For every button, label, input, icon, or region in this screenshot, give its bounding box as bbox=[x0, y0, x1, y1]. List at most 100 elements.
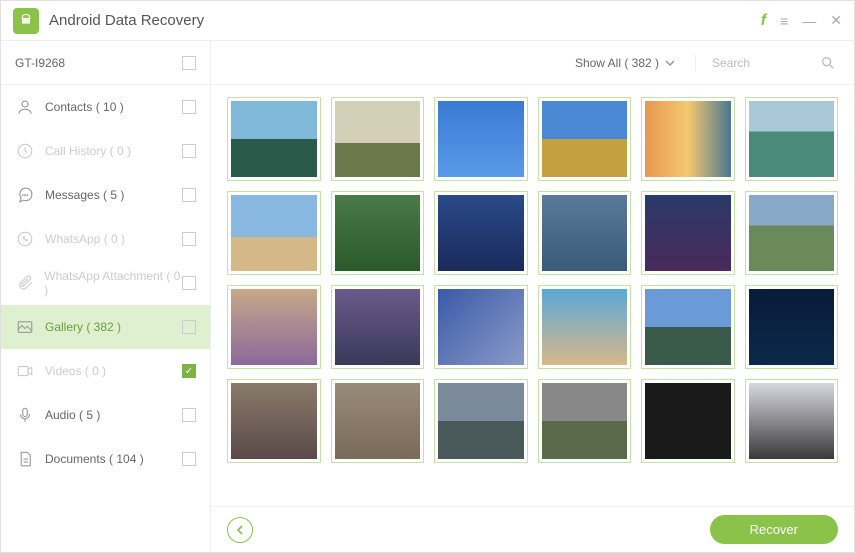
thumbnail[interactable] bbox=[745, 97, 839, 181]
category-checkbox[interactable] bbox=[182, 100, 196, 114]
attach-icon bbox=[15, 274, 34, 292]
toolbar: Show All ( 382 ) bbox=[211, 41, 854, 85]
thumbnail[interactable] bbox=[745, 379, 839, 463]
sidebar-item-label: WhatsApp ( 0 ) bbox=[45, 232, 125, 246]
category-checkbox[interactable] bbox=[182, 408, 196, 422]
thumbnail[interactable] bbox=[538, 97, 632, 181]
category-checkbox[interactable] bbox=[182, 276, 196, 290]
thumbnail-image bbox=[438, 101, 524, 177]
sidebar-item-label: Gallery ( 382 ) bbox=[45, 320, 121, 334]
thumbnail-image bbox=[645, 383, 731, 459]
user-icon bbox=[15, 98, 35, 116]
app-title: Android Data Recovery bbox=[49, 12, 204, 29]
thumbnail[interactable] bbox=[745, 285, 839, 369]
thumbnail-image bbox=[645, 289, 731, 365]
thumbnail[interactable] bbox=[331, 285, 425, 369]
thumbnail[interactable] bbox=[745, 191, 839, 275]
sidebar-item-label: Audio ( 5 ) bbox=[45, 408, 100, 422]
thumbnail[interactable] bbox=[227, 191, 321, 275]
thumbnail[interactable] bbox=[434, 379, 528, 463]
category-checkbox[interactable] bbox=[182, 188, 196, 202]
thumbnail[interactable] bbox=[331, 191, 425, 275]
footer: Recover bbox=[211, 506, 854, 552]
thumbnail-image bbox=[231, 383, 317, 459]
sidebar-item-label: Call History ( 0 ) bbox=[45, 144, 131, 158]
sidebar-item-label: Contacts ( 10 ) bbox=[45, 100, 124, 114]
back-button[interactable] bbox=[227, 517, 253, 543]
thumbnail[interactable] bbox=[434, 191, 528, 275]
thumbnail-image bbox=[542, 101, 628, 177]
mic-icon bbox=[15, 406, 35, 424]
sidebar-item-gallery[interactable]: Gallery ( 382 ) bbox=[1, 305, 210, 349]
thumbnail[interactable] bbox=[434, 97, 528, 181]
search-input[interactable] bbox=[712, 56, 812, 70]
minimize-icon[interactable]: — bbox=[802, 13, 816, 29]
window-controls: f ≡ — ✕ bbox=[761, 12, 842, 30]
search-icon[interactable] bbox=[820, 55, 836, 71]
category-checkbox[interactable] bbox=[182, 320, 196, 334]
thumbnail[interactable] bbox=[641, 379, 735, 463]
thumbnail[interactable] bbox=[538, 191, 632, 275]
chevron-down-icon bbox=[665, 60, 675, 66]
sidebar-item-label: Documents ( 104 ) bbox=[45, 452, 144, 466]
search-box bbox=[695, 55, 836, 71]
sidebar-item-contacts[interactable]: Contacts ( 10 ) bbox=[1, 85, 210, 129]
image-icon bbox=[15, 318, 35, 336]
category-checkbox[interactable] bbox=[182, 144, 196, 158]
category-list: Contacts ( 10 ) Call History ( 0 ) Message… bbox=[1, 85, 210, 552]
thumbnail-image bbox=[542, 195, 628, 271]
device-checkbox[interactable] bbox=[182, 56, 196, 70]
content: Show All ( 382 ) Recover bbox=[211, 41, 854, 552]
thumbnail[interactable] bbox=[227, 285, 321, 369]
thumbnail-image bbox=[231, 101, 317, 177]
chevron-left-icon bbox=[235, 525, 245, 535]
video-icon bbox=[15, 362, 35, 380]
thumbnail[interactable] bbox=[227, 379, 321, 463]
thumbnail[interactable] bbox=[538, 285, 632, 369]
thumbnail-image bbox=[542, 289, 628, 365]
filter-label: Show All ( 382 ) bbox=[575, 56, 659, 70]
category-checkbox[interactable] bbox=[182, 364, 196, 378]
recover-button[interactable]: Recover bbox=[710, 515, 838, 544]
thumbnail-image bbox=[542, 383, 628, 459]
thumbnail-image bbox=[335, 383, 421, 459]
thumbnail-image bbox=[438, 383, 524, 459]
app-logo-icon bbox=[13, 8, 39, 34]
main: GT-I9268 Contacts ( 10 ) Call History ( 0… bbox=[1, 41, 854, 552]
thumbnail-image bbox=[231, 289, 317, 365]
thumbnail-image bbox=[749, 195, 835, 271]
thumbnail[interactable] bbox=[641, 285, 735, 369]
thumbnail-image bbox=[749, 101, 835, 177]
titlebar: Android Data Recovery f ≡ — ✕ bbox=[1, 1, 854, 41]
sidebar-item-documents[interactable]: Documents ( 104 ) bbox=[1, 437, 210, 481]
sidebar-item-audio[interactable]: Audio ( 5 ) bbox=[1, 393, 210, 437]
thumbnail[interactable] bbox=[641, 191, 735, 275]
device-row[interactable]: GT-I9268 bbox=[1, 41, 210, 85]
sidebar-item-callhistory[interactable]: Call History ( 0 ) bbox=[1, 129, 210, 173]
whatsapp-icon bbox=[15, 230, 35, 248]
thumbnail-image bbox=[749, 289, 835, 365]
thumbnail[interactable] bbox=[641, 97, 735, 181]
thumbnail[interactable] bbox=[434, 285, 528, 369]
thumbnail[interactable] bbox=[538, 379, 632, 463]
close-icon[interactable]: ✕ bbox=[830, 12, 842, 29]
sidebar: GT-I9268 Contacts ( 10 ) Call History ( 0… bbox=[1, 41, 211, 552]
device-name: GT-I9268 bbox=[15, 56, 65, 70]
menu-icon[interactable]: ≡ bbox=[780, 13, 788, 29]
thumbnail-image bbox=[645, 195, 731, 271]
share-icon[interactable]: f bbox=[761, 12, 766, 30]
filter-dropdown[interactable]: Show All ( 382 ) bbox=[575, 56, 675, 70]
category-checkbox[interactable] bbox=[182, 232, 196, 246]
thumbnail[interactable] bbox=[331, 379, 425, 463]
chat-icon bbox=[15, 186, 35, 204]
clock-icon bbox=[15, 142, 35, 160]
thumbnail-image bbox=[645, 101, 731, 177]
category-checkbox[interactable] bbox=[182, 452, 196, 466]
sidebar-item-videos[interactable]: Videos ( 0 ) bbox=[1, 349, 210, 393]
sidebar-item-whatsappatt[interactable]: WhatsApp Attachment ( 0 ) bbox=[1, 261, 210, 305]
sidebar-item-messages[interactable]: Messages ( 5 ) bbox=[1, 173, 210, 217]
thumbnail[interactable] bbox=[331, 97, 425, 181]
thumbnail-image bbox=[335, 195, 421, 271]
thumbnail[interactable] bbox=[227, 97, 321, 181]
sidebar-item-whatsapp[interactable]: WhatsApp ( 0 ) bbox=[1, 217, 210, 261]
